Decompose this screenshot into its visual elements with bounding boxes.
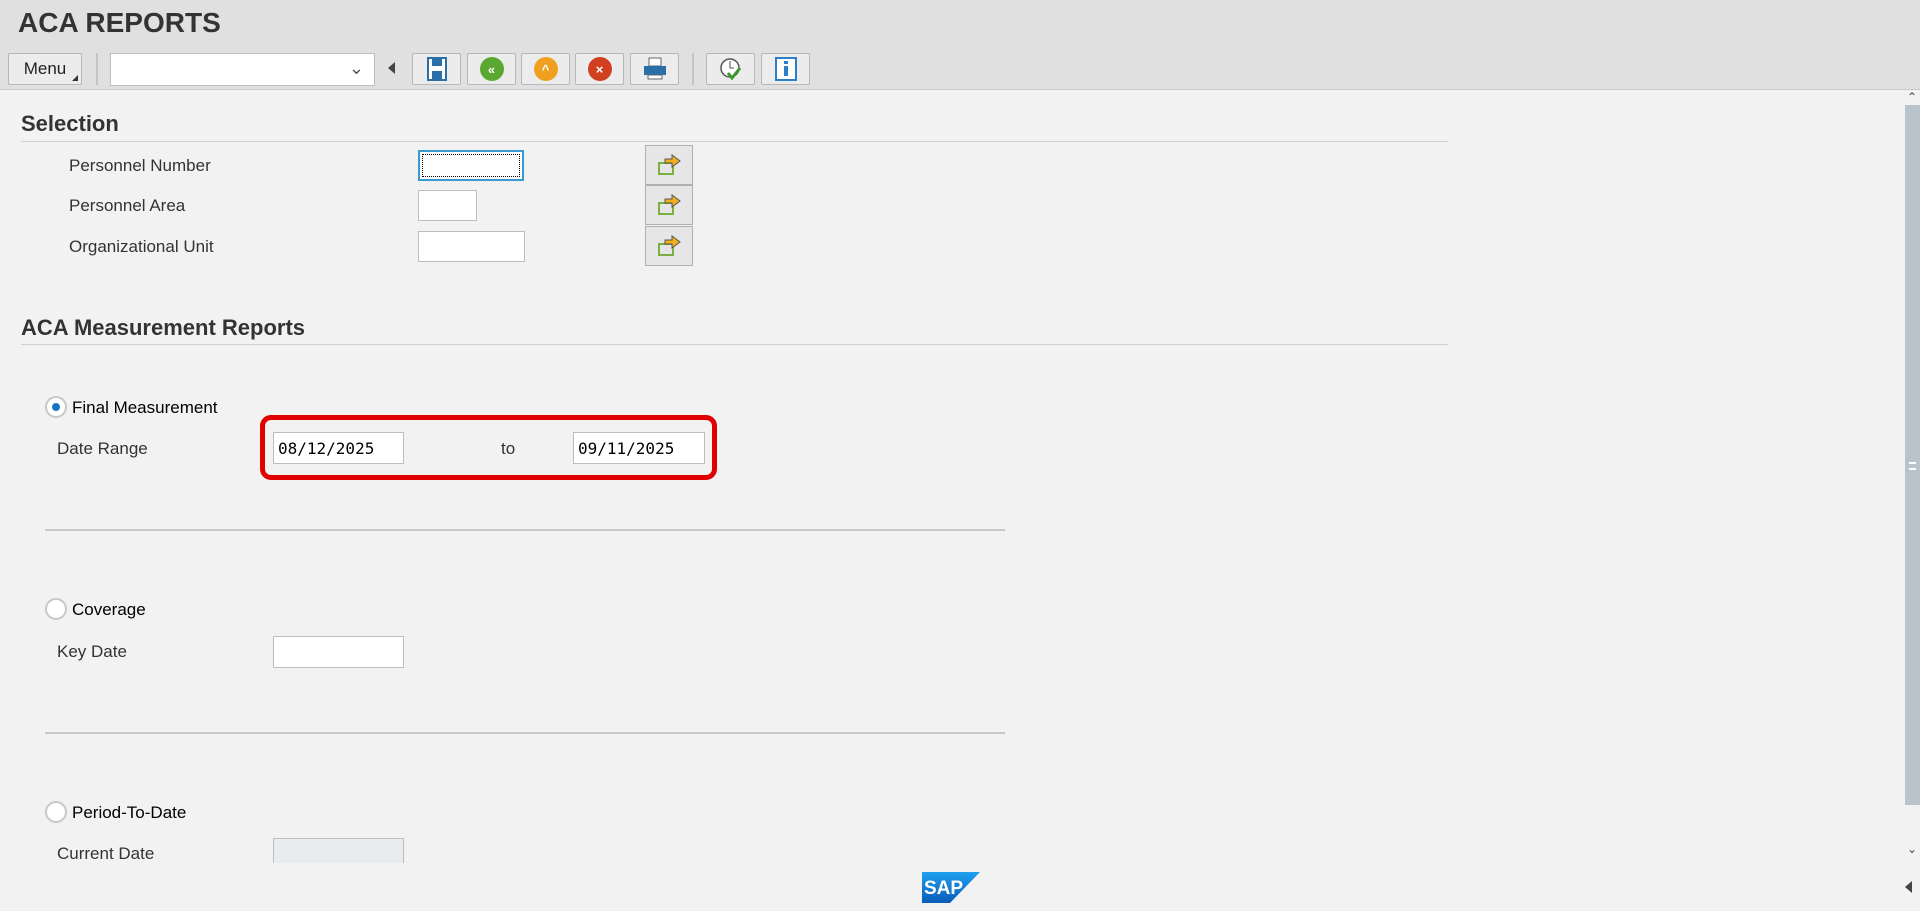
page-title: ACA REPORTS xyxy=(18,7,221,38)
title-bar: ACA REPORTS xyxy=(0,0,1920,49)
footer: SAP xyxy=(0,863,1905,911)
command-field[interactable]: ⌄ xyxy=(110,53,375,86)
scrollbar-thumb[interactable] xyxy=(1905,105,1920,805)
exit-icon: ^ xyxy=(533,57,558,81)
print-button[interactable] xyxy=(630,53,679,85)
org-unit-input[interactable] xyxy=(418,231,525,262)
personnel-area-input[interactable] xyxy=(418,190,477,221)
scroll-up-icon[interactable]: ⌃ xyxy=(1907,90,1917,104)
vertical-scrollbar[interactable]: ⌃ ⌄ xyxy=(1905,90,1920,863)
date-from-input[interactable]: 08/12/2025 xyxy=(273,432,404,464)
to-label: to xyxy=(501,439,516,458)
date-to-input[interactable]: 09/11/2025 xyxy=(573,432,705,464)
menu-button[interactable]: Menu xyxy=(8,53,82,85)
multiple-selection-button-personnel-number[interactable] xyxy=(645,145,693,185)
current-date-input xyxy=(273,838,404,863)
divider xyxy=(21,141,1448,142)
execute-icon xyxy=(719,58,741,81)
divider xyxy=(21,344,1448,345)
personnel-area-label: Personnel Area xyxy=(69,196,186,215)
date-range-label: Date Range xyxy=(57,439,148,458)
multiple-selection-icon xyxy=(658,194,681,215)
toolbar-separator xyxy=(692,53,694,85)
save-icon xyxy=(426,57,447,81)
back-icon: « xyxy=(479,57,504,81)
sap-logo: SAP xyxy=(922,872,980,903)
multiple-selection-icon xyxy=(658,154,681,175)
execute-button[interactable] xyxy=(706,53,755,85)
menu-label: Menu xyxy=(23,59,67,78)
personnel-number-input[interactable] xyxy=(418,150,524,181)
toolbar-separator xyxy=(96,53,98,85)
key-date-label: Key Date xyxy=(57,642,127,661)
save-button[interactable] xyxy=(412,53,461,85)
final-measurement-label: Final Measurement xyxy=(72,398,218,417)
back-button[interactable]: « xyxy=(467,53,516,85)
svg-text:SAP: SAP xyxy=(924,878,963,899)
panel-toggle-icon[interactable] xyxy=(1905,881,1912,893)
info-icon xyxy=(774,57,797,81)
personnel-number-label: Personnel Number xyxy=(69,156,211,175)
cancel-icon: × xyxy=(587,57,612,81)
multiple-selection-icon xyxy=(658,235,681,256)
period-to-date-radio[interactable] xyxy=(45,801,67,823)
menu-corner-icon xyxy=(72,75,78,81)
final-measurement-radio[interactable] xyxy=(45,396,67,418)
print-icon xyxy=(643,57,666,80)
cancel-button[interactable]: × xyxy=(575,53,624,85)
scroll-down-icon[interactable]: ⌄ xyxy=(1907,842,1917,856)
key-date-input[interactable] xyxy=(273,636,404,668)
divider xyxy=(45,732,1005,734)
current-date-label: Current Date xyxy=(57,844,155,863)
coverage-radio[interactable] xyxy=(45,598,67,620)
toolbar: Menu ⌄ « ^ × xyxy=(0,49,1920,90)
grip-icon xyxy=(1909,462,1916,470)
period-to-date-label: Period-To-Date xyxy=(72,803,187,822)
org-unit-label: Organizational Unit xyxy=(69,237,214,256)
multiple-selection-button-org-unit[interactable] xyxy=(645,226,693,266)
collapse-arrow-icon[interactable] xyxy=(388,62,395,74)
chevron-down-icon[interactable]: ⌄ xyxy=(349,58,364,79)
selection-title: Selection xyxy=(21,111,119,136)
coverage-label: Coverage xyxy=(72,600,146,619)
divider xyxy=(45,529,1005,531)
aca-reports-title: ACA Measurement Reports xyxy=(21,315,306,340)
multiple-selection-button-personnel-area[interactable] xyxy=(645,185,693,225)
exit-button[interactable]: ^ xyxy=(521,53,570,85)
info-button[interactable] xyxy=(761,53,810,85)
